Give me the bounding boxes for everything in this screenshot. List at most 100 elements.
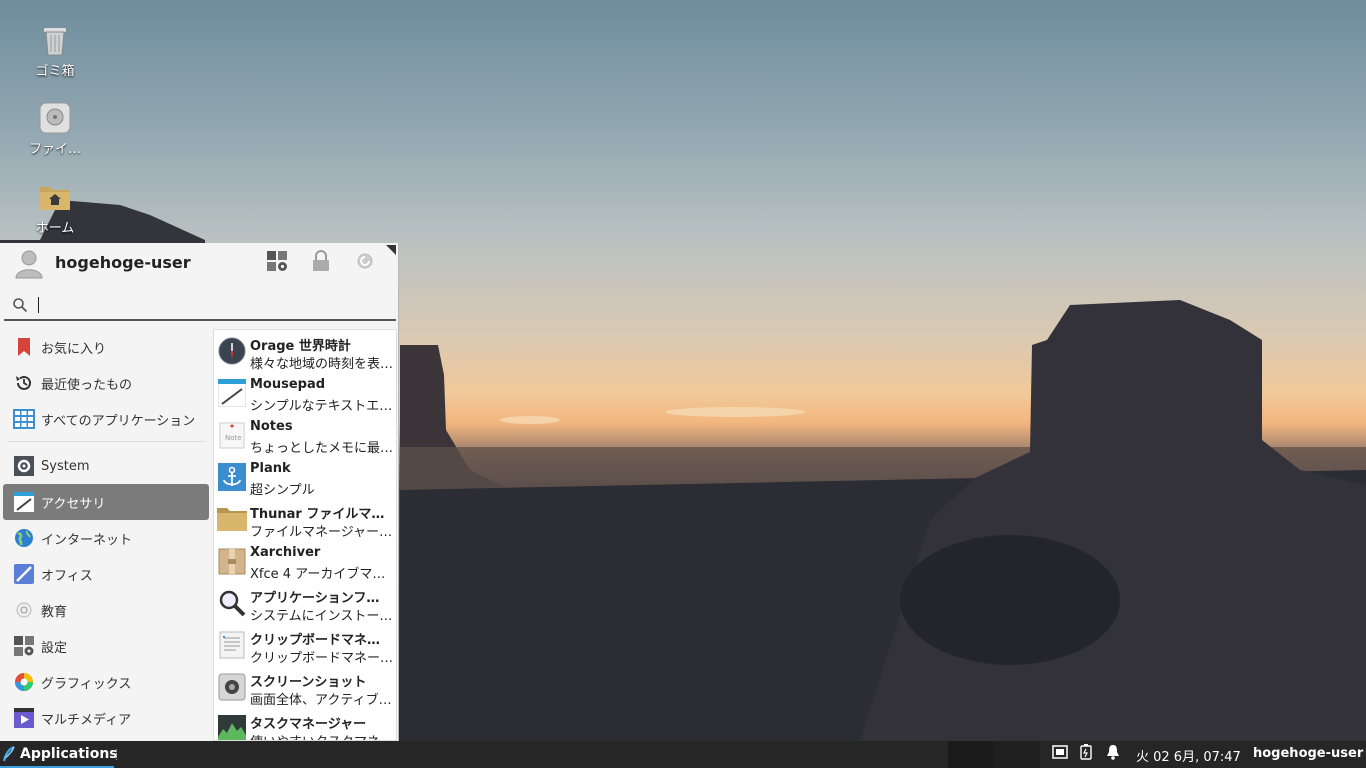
logout-button[interactable] — [353, 251, 377, 275]
app-description: クリップボードマネー… — [250, 651, 394, 666]
app-item-thunar[interactable]: Thunar ファイルマ… ファイルマネージャー… — [214, 498, 396, 540]
folder-icon — [217, 504, 247, 534]
app-item-screenshooter[interactable]: スクリーンショット 画面全体、アクティブ… — [214, 666, 396, 708]
graphics-icon — [13, 671, 35, 693]
network-icon — [1052, 745, 1068, 763]
workspace-1[interactable] — [948, 741, 994, 768]
application-list: Orage 世界時計 様々な地域の時刻を表… Mousepad シンプルなテキス… — [213, 329, 397, 741]
archive-icon — [217, 546, 247, 576]
category-label: 教育 — [41, 604, 68, 620]
app-item-xarchiver[interactable]: Xarchiver Xfce 4 アーカイブマ… — [214, 540, 396, 582]
settings-manager-icon — [266, 250, 288, 276]
xfce-mouse-icon — [2, 745, 16, 762]
app-description: 使いやすいタスクマネ… — [250, 731, 396, 740]
filesystem-icon — [39, 102, 71, 134]
category-recent[interactable]: 最近使ったもの — [3, 365, 209, 401]
text-editor-icon — [217, 378, 247, 408]
app-item-appfinder[interactable]: アプリケーションフ… システムにインストー… — [214, 582, 396, 624]
globe-icon — [13, 527, 35, 549]
workspace-2[interactable] — [994, 741, 1040, 768]
category-separator — [7, 441, 205, 442]
search-icon — [12, 297, 28, 317]
bookmark-icon — [13, 336, 35, 358]
desktop-icon-filesystem[interactable]: ファイ… — [14, 102, 96, 157]
accessories-icon — [13, 491, 35, 513]
category-accessories[interactable]: アクセサリ — [3, 484, 209, 520]
panel-separator — [116, 749, 120, 760]
anchor-icon — [217, 462, 247, 492]
trash-icon — [39, 24, 71, 56]
clock-icon — [217, 336, 247, 366]
power-tray-button[interactable] — [1077, 744, 1095, 764]
category-graphics[interactable]: グラフィックス — [3, 664, 209, 700]
category-label: オフィス — [41, 568, 93, 584]
category-all-applications[interactable]: すべてのアプリケーション — [3, 401, 209, 437]
category-label: お気に入り — [41, 341, 107, 357]
power-icon — [1079, 744, 1093, 764]
camera-icon — [217, 672, 247, 702]
app-item-task-manager[interactable]: タスクマネージャー 使いやすいタスクマネ… — [214, 708, 396, 740]
category-label: 最近使ったもの — [41, 377, 133, 393]
notifications-tray-button[interactable] — [1104, 745, 1122, 763]
network-tray-button[interactable] — [1051, 745, 1069, 763]
notification-bell-icon — [1106, 744, 1120, 764]
desktop-icon-home[interactable]: ホーム — [14, 181, 96, 236]
history-icon — [13, 372, 35, 394]
app-description: ちょっとしたメモに最… — [250, 441, 394, 456]
taskbar-user-menu[interactable]: hogehoge-user — [1253, 746, 1363, 761]
category-office[interactable]: オフィス — [3, 556, 209, 592]
category-favorites[interactable]: お気に入り — [3, 329, 209, 365]
app-description: 超シンプル — [250, 483, 315, 498]
category-internet[interactable]: インターネット — [3, 520, 209, 556]
category-label: アクセサリ — [41, 496, 106, 512]
app-description: シンプルなテキストエ… — [250, 399, 393, 414]
search-input[interactable] — [36, 294, 390, 318]
notes-icon: Note — [217, 420, 247, 450]
app-name: Xarchiver — [250, 545, 321, 560]
menu-username: hogehoge-user — [55, 253, 191, 272]
multimedia-icon — [13, 707, 35, 729]
settings-manager-button[interactable] — [265, 251, 289, 275]
app-item-notes[interactable]: Note Notes ちょっとしたメモに最… — [214, 414, 396, 456]
category-education[interactable]: 教育 — [3, 592, 209, 628]
taskbar: Applications 火 02 6月, 07:47 hogehoge-use… — [0, 741, 1366, 768]
category-label: 設定 — [41, 640, 68, 656]
category-label: System — [41, 458, 90, 474]
desktop-icon-label: ファイ… — [28, 142, 81, 157]
app-item-clipboard-manager[interactable]: クリップボードマネ… クリップボードマネー… — [214, 624, 396, 666]
grid-icon — [13, 408, 35, 430]
home-folder-icon — [39, 181, 71, 213]
category-label: グラフィックス — [41, 676, 132, 692]
app-name: アプリケーションフ… — [250, 591, 380, 606]
applications-menu-button[interactable]: Applications — [0, 741, 118, 768]
app-description: ファイルマネージャー… — [250, 525, 393, 540]
category-list: お気に入り 最近使ったもの すべてのアプリケーション System アクセサリ … — [3, 329, 209, 736]
desktop-icon-trash[interactable]: ゴミ箱 — [14, 24, 96, 79]
office-icon — [13, 563, 35, 585]
app-name: Plank — [250, 461, 291, 476]
lock-icon — [311, 250, 331, 276]
category-settings[interactable]: 設定 — [3, 628, 209, 664]
lock-screen-button[interactable] — [309, 250, 333, 276]
category-multimedia[interactable]: マルチメディア — [3, 700, 209, 736]
app-item-orage-clock[interactable]: Orage 世界時計 様々な地域の時刻を表… — [214, 330, 396, 372]
app-name: Mousepad — [250, 377, 326, 392]
menu-search-box[interactable] — [4, 291, 396, 321]
clock[interactable]: 火 02 6月, 07:47 — [1136, 746, 1241, 765]
user-avatar-icon — [13, 247, 45, 279]
app-item-plank[interactable]: Plank 超シンプル — [214, 456, 396, 498]
category-label: マルチメディア — [41, 712, 132, 728]
category-label: インターネット — [41, 532, 133, 548]
app-description: Xfce 4 アーカイブマ… — [250, 567, 386, 582]
category-system[interactable]: System — [3, 448, 209, 484]
system-icon — [13, 455, 35, 477]
logout-icon — [356, 252, 374, 274]
text-caret — [38, 297, 39, 313]
app-name: Orage 世界時計 — [250, 339, 351, 354]
app-name: Thunar ファイルマ… — [250, 507, 385, 522]
app-item-mousepad[interactable]: Mousepad シンプルなテキストエ… — [214, 372, 396, 414]
search-icon — [217, 588, 247, 618]
app-name: Notes — [250, 419, 293, 434]
app-name: タスクマネージャー — [250, 717, 367, 732]
app-description: システムにインストー… — [250, 609, 393, 624]
